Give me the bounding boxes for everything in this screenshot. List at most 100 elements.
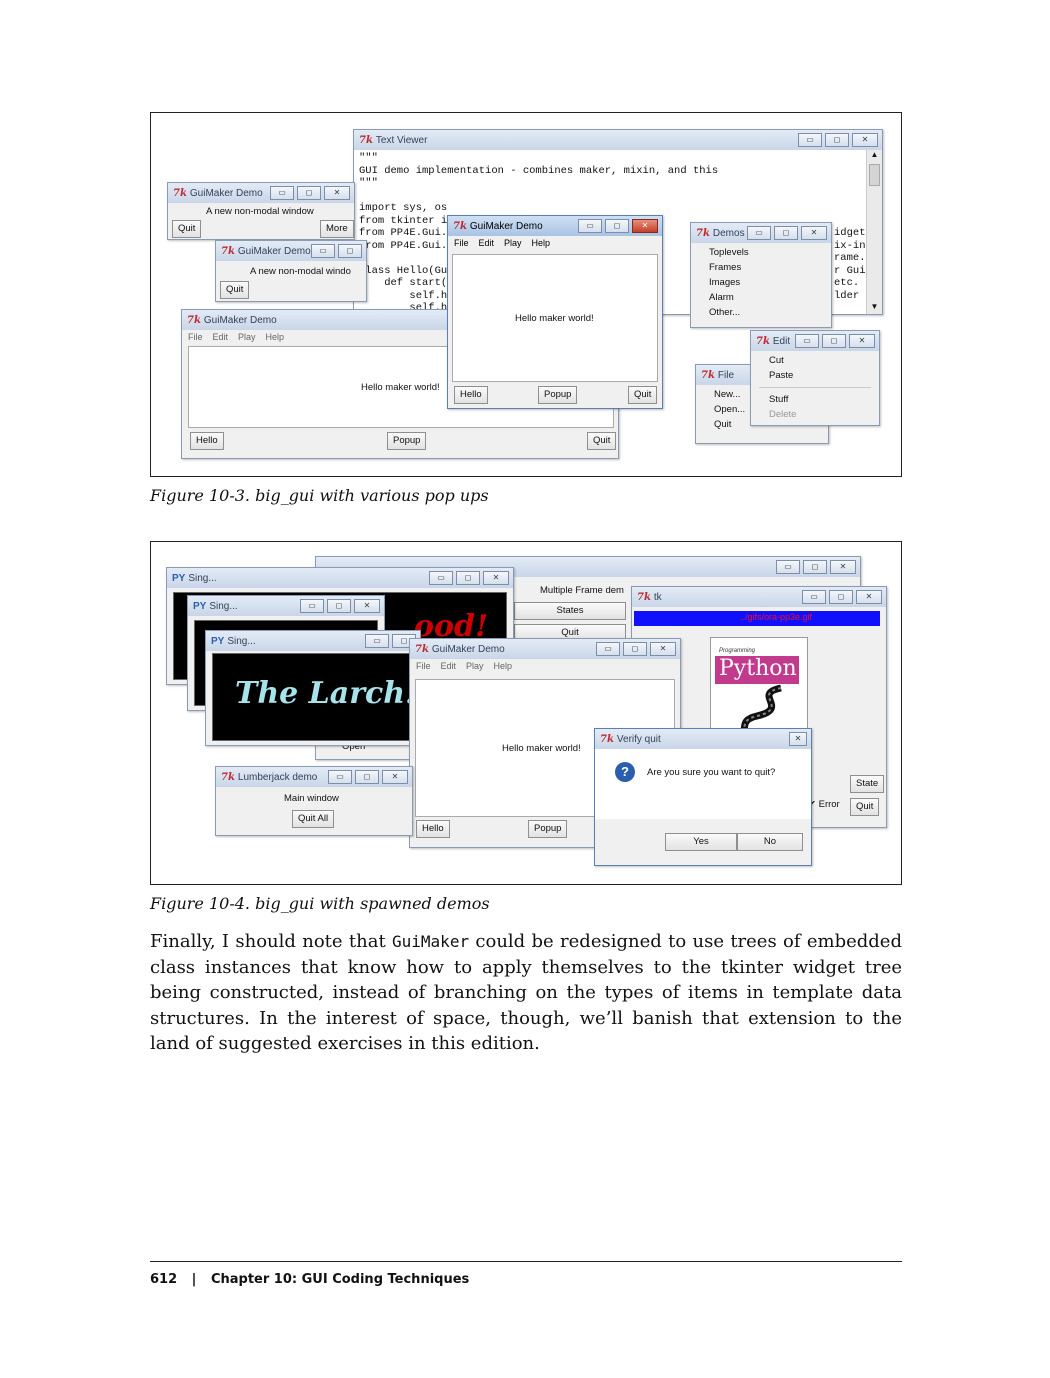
maximize-icon[interactable]: ◻ xyxy=(456,571,480,585)
close-icon[interactable]: ✕ xyxy=(324,186,350,200)
menu-entry[interactable]: Paste xyxy=(751,368,879,383)
maximize-icon[interactable]: ◻ xyxy=(355,770,379,784)
titlebar[interactable]: 7k Edit ▭ ◻ ✕ xyxy=(751,331,879,351)
close-icon[interactable]: ✕ xyxy=(632,219,658,233)
popup-button[interactable]: Popup xyxy=(528,820,568,838)
quit-button[interactable]: Quit xyxy=(220,281,250,299)
page-number: 612 xyxy=(150,1272,178,1287)
close-icon[interactable]: ✕ xyxy=(650,642,676,656)
minimize-icon[interactable]: ▭ xyxy=(300,599,324,613)
maximize-icon[interactable]: ◻ xyxy=(338,244,362,258)
scrollbar[interactable]: ▲ ▼ xyxy=(866,150,882,314)
close-icon[interactable]: ✕ xyxy=(483,571,509,585)
maximize-icon[interactable]: ◻ xyxy=(803,560,827,574)
maximize-icon[interactable]: ◻ xyxy=(829,590,853,604)
close-icon[interactable]: ✕ xyxy=(801,226,827,240)
message-label: Hello maker world! xyxy=(502,743,581,754)
menu-item[interactable]: Edit xyxy=(213,332,229,342)
menu-item[interactable]: Edit xyxy=(441,661,457,671)
popup-button[interactable]: Popup xyxy=(538,386,578,404)
menu-item[interactable]: Edit xyxy=(479,238,495,248)
minimize-icon[interactable]: ▭ xyxy=(328,770,352,784)
window-title: GuiMaker Demo xyxy=(431,643,505,655)
close-icon[interactable]: ✕ xyxy=(382,770,408,784)
maximize-icon[interactable]: ◻ xyxy=(822,334,846,348)
state-button[interactable]: State xyxy=(850,775,885,793)
quit-button[interactable]: Quit xyxy=(587,432,617,450)
minimize-icon[interactable]: ▭ xyxy=(429,571,453,585)
minimize-icon[interactable]: ▭ xyxy=(802,590,826,604)
menu-item[interactable]: File xyxy=(188,332,203,342)
message-label: Hello maker world! xyxy=(361,382,440,393)
menu-entry[interactable]: Frames xyxy=(691,260,831,275)
popup-button[interactable]: Popup xyxy=(387,432,427,450)
maximize-icon[interactable]: ◻ xyxy=(605,219,629,233)
minimize-icon[interactable]: ▭ xyxy=(795,334,819,348)
window-title: Lumberjack demo xyxy=(237,771,318,783)
hello-button[interactable]: Hello xyxy=(190,432,224,450)
window-title: Demos xyxy=(712,227,745,239)
menu-item[interactable]: Play xyxy=(238,332,256,342)
figure-caption-2: Figure 10-4. big_gui with spawned demos xyxy=(150,894,490,913)
close-icon[interactable]: ✕ xyxy=(856,590,882,604)
menu-entry[interactable]: Alarm xyxy=(691,290,831,305)
menu-item[interactable]: Help xyxy=(266,332,285,342)
close-icon[interactable]: ✕ xyxy=(830,560,856,574)
no-button[interactable]: No xyxy=(737,833,803,851)
message-label: A new non-modal window xyxy=(206,206,314,217)
titlebar[interactable]: PY Sing... ▭ ◻ xyxy=(206,631,420,651)
close-icon[interactable]: ✕ xyxy=(849,334,875,348)
minimize-icon[interactable]: ▭ xyxy=(270,186,294,200)
minimize-icon[interactable]: ▭ xyxy=(798,133,822,147)
titlebar[interactable]: 7k Lumberjack demo ▭ ◻ ✕ xyxy=(216,767,412,787)
menu-entry[interactable]: Images xyxy=(691,275,831,290)
close-icon[interactable]: ✕ xyxy=(852,133,878,147)
minimize-icon[interactable]: ▭ xyxy=(578,219,602,233)
quit-all-button[interactable]: Quit All xyxy=(292,810,335,828)
quit-button[interactable]: Quit xyxy=(850,798,880,816)
menu-entry[interactable]: Cut xyxy=(751,353,879,368)
tk-logo-icon: 7k xyxy=(221,771,235,783)
menu-item[interactable]: Help xyxy=(494,661,513,671)
minimize-icon[interactable]: ▭ xyxy=(596,642,620,656)
more-button[interactable]: More xyxy=(320,220,354,238)
minimize-icon[interactable]: ▭ xyxy=(365,634,389,648)
window-title: GuiMaker Demo xyxy=(203,314,277,326)
yes-button[interactable]: Yes xyxy=(665,833,737,851)
titlebar[interactable]: 7k Demos ▭ ◻ ✕ xyxy=(691,223,831,243)
titlebar[interactable]: 7k GuiMaker Demo ▭ ◻ ✕ xyxy=(168,183,354,203)
menu-entry[interactable]: Stuff xyxy=(751,392,879,407)
maximize-icon[interactable]: ◻ xyxy=(774,226,798,240)
close-icon[interactable]: ✕ xyxy=(354,599,380,613)
error-checkbox[interactable]: ✔ Error xyxy=(808,799,840,810)
titlebar[interactable]: 7k GuiMaker Demo ▭ ◻ xyxy=(216,241,366,261)
menu-item[interactable]: File xyxy=(454,238,469,248)
minimize-icon[interactable]: ▭ xyxy=(747,226,771,240)
menu-entry[interactable]: Other... xyxy=(691,305,831,320)
maximize-icon[interactable]: ◻ xyxy=(623,642,647,656)
menu-item[interactable]: Play xyxy=(504,238,522,248)
states-button[interactable]: States xyxy=(514,602,626,620)
maximize-icon[interactable]: ◻ xyxy=(297,186,321,200)
titlebar[interactable]: 7k GuiMaker Demo ▭ ◻ ✕ xyxy=(410,639,680,659)
titlebar[interactable]: PY Sing... ▭ ◻ ✕ xyxy=(167,568,513,588)
maximize-icon[interactable]: ◻ xyxy=(327,599,351,613)
menu-entry[interactable]: Toplevels xyxy=(691,245,831,260)
minimize-icon[interactable]: ▭ xyxy=(776,560,800,574)
maximize-icon[interactable]: ◻ xyxy=(825,133,849,147)
quit-button[interactable]: Quit xyxy=(628,386,658,404)
error-label: Error xyxy=(818,799,840,810)
hello-button[interactable]: Hello xyxy=(454,386,488,404)
menu-item[interactable]: Play xyxy=(466,661,484,671)
close-icon[interactable]: ✕ xyxy=(789,732,807,746)
text-viewer-titlebar[interactable]: 7k Text Viewer ▭ ◻ ✕ xyxy=(354,130,882,150)
titlebar[interactable]: PY Sing... ▭ ◻ ✕ xyxy=(188,596,384,616)
titlebar[interactable]: 7k tk ▭ ◻ ✕ xyxy=(632,587,886,607)
titlebar[interactable]: 7k GuiMaker Demo ▭ ◻ ✕ xyxy=(448,216,662,236)
quit-button[interactable]: Quit xyxy=(172,220,202,238)
menu-item[interactable]: File xyxy=(416,661,431,671)
menu-item[interactable]: Help xyxy=(532,238,551,248)
minimize-icon[interactable]: ▭ xyxy=(311,244,335,258)
hello-button[interactable]: Hello xyxy=(416,820,450,838)
titlebar[interactable]: 7k Verify quit ✕ xyxy=(595,729,811,749)
